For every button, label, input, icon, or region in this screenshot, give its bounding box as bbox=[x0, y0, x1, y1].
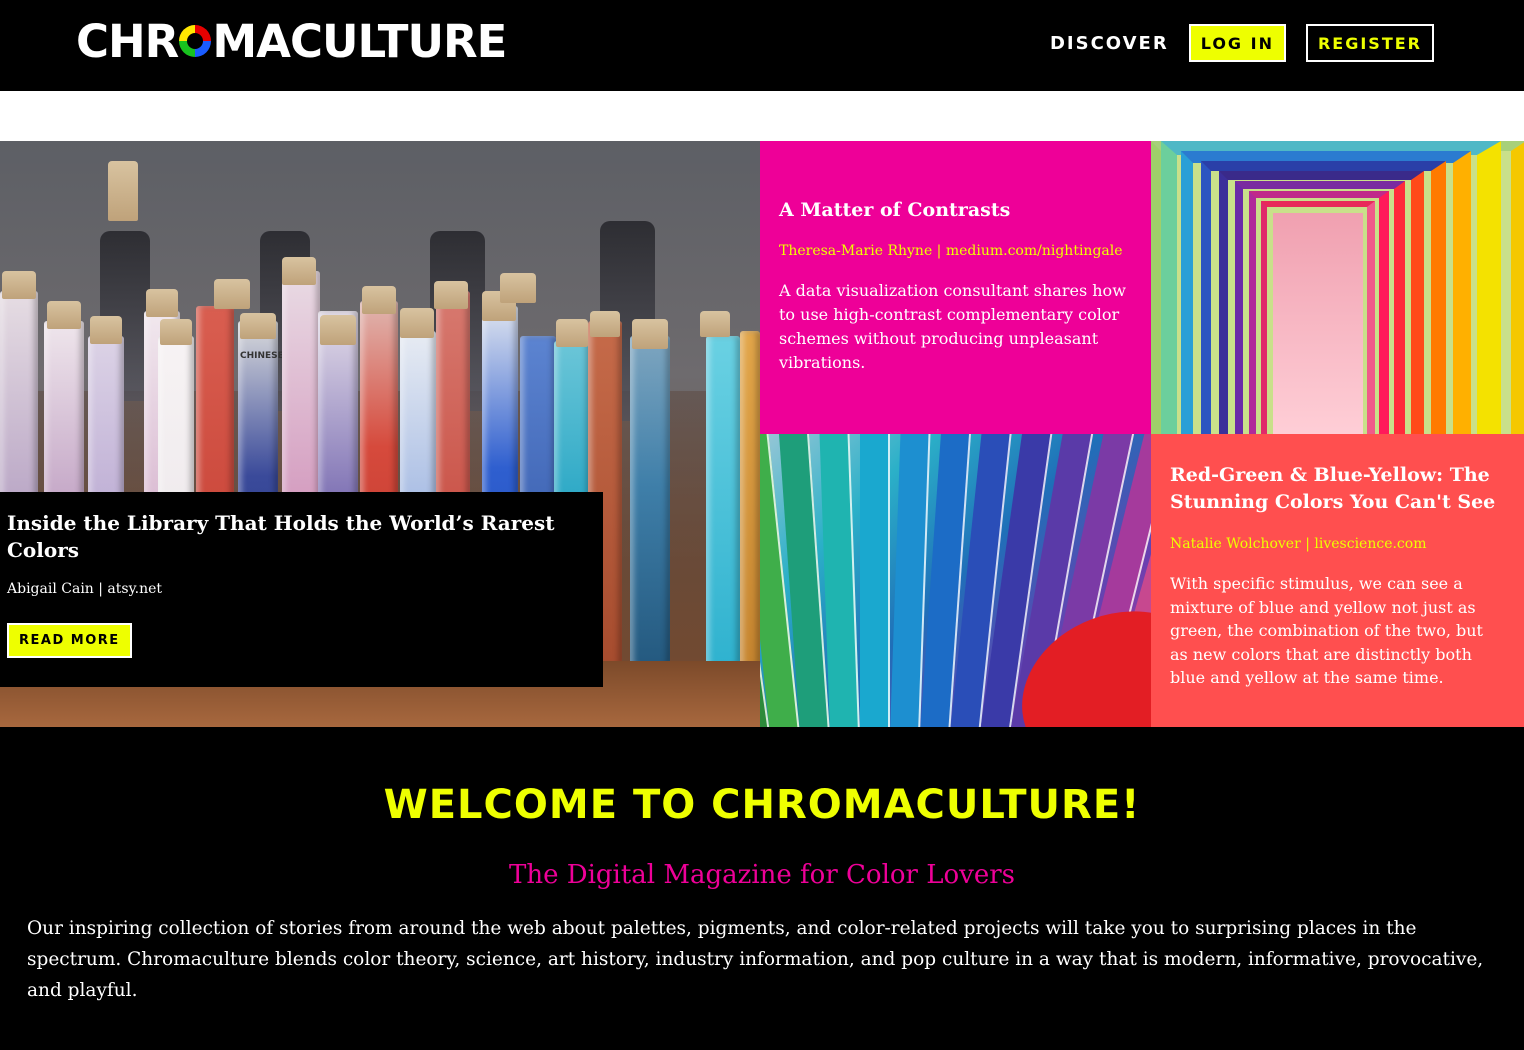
main-nav: DISCOVER LOG IN REGISTER bbox=[1050, 24, 1434, 62]
header-spacer bbox=[0, 91, 1524, 141]
rainbow-tunnel-image bbox=[1151, 141, 1524, 434]
welcome-section: WELCOME TO CHROMACULTURE! The Digital Ma… bbox=[0, 727, 1524, 1050]
site-logo[interactable]: CHR MACULTURE bbox=[76, 14, 507, 68]
discover-link[interactable]: DISCOVER bbox=[1050, 33, 1169, 54]
register-button[interactable]: REGISTER bbox=[1305, 24, 1434, 62]
cork-shape bbox=[108, 161, 138, 221]
card-byline: Natalie Wolchover | livescience.com bbox=[1170, 536, 1427, 552]
site-header: CHR MACULTURE DISCOVER LOG IN REGISTER bbox=[0, 0, 1524, 91]
login-button[interactable]: LOG IN bbox=[1188, 24, 1286, 62]
read-more-button[interactable]: READ MORE bbox=[7, 623, 132, 658]
welcome-heading: WELCOME TO CHROMACULTURE! bbox=[383, 782, 1141, 828]
featured-article[interactable]: CHINESE Inside the Library That Holds th… bbox=[0, 141, 760, 727]
featured-grid: CHINESE Inside the Library That Holds th… bbox=[0, 141, 1524, 727]
logo-text-right: MACULTURE bbox=[212, 14, 507, 68]
tube-cyan bbox=[706, 336, 740, 666]
article-card-contrasts[interactable]: A Matter of Contrasts Theresa-Marie Rhyn… bbox=[760, 141, 1151, 434]
tube-label: CHINESE bbox=[240, 351, 284, 361]
card-summary: A data visualization consultant shares h… bbox=[779, 281, 1126, 372]
tube-orange bbox=[740, 331, 760, 666]
featured-title[interactable]: Inside the Library That Holds the World’… bbox=[7, 510, 567, 564]
featured-caption: Inside the Library That Holds the World’… bbox=[0, 492, 603, 687]
article-card-impossible-colors[interactable]: Red-Green & Blue-Yellow: The Stunning Co… bbox=[1151, 434, 1524, 727]
welcome-subheading: The Digital Magazine for Color Lovers bbox=[508, 860, 1015, 890]
welcome-description: Our inspiring collection of stories from… bbox=[27, 918, 1484, 1001]
card-summary: With specific stimulus, we can see a mix… bbox=[1170, 574, 1483, 687]
color-wheel-logo-icon bbox=[179, 25, 212, 57]
card-title[interactable]: A Matter of Contrasts bbox=[779, 197, 1132, 224]
tube-steelblue bbox=[630, 336, 670, 666]
card-title[interactable]: Red-Green & Blue-Yellow: The Stunning Co… bbox=[1170, 462, 1505, 516]
color-swatch-fan-image bbox=[760, 434, 1151, 727]
logo-text-left: CHR bbox=[76, 14, 179, 68]
card-byline: Theresa-Marie Rhyne | medium.com/nightin… bbox=[779, 243, 1123, 259]
featured-byline: Abigail Cain | atsy.net bbox=[7, 581, 163, 597]
